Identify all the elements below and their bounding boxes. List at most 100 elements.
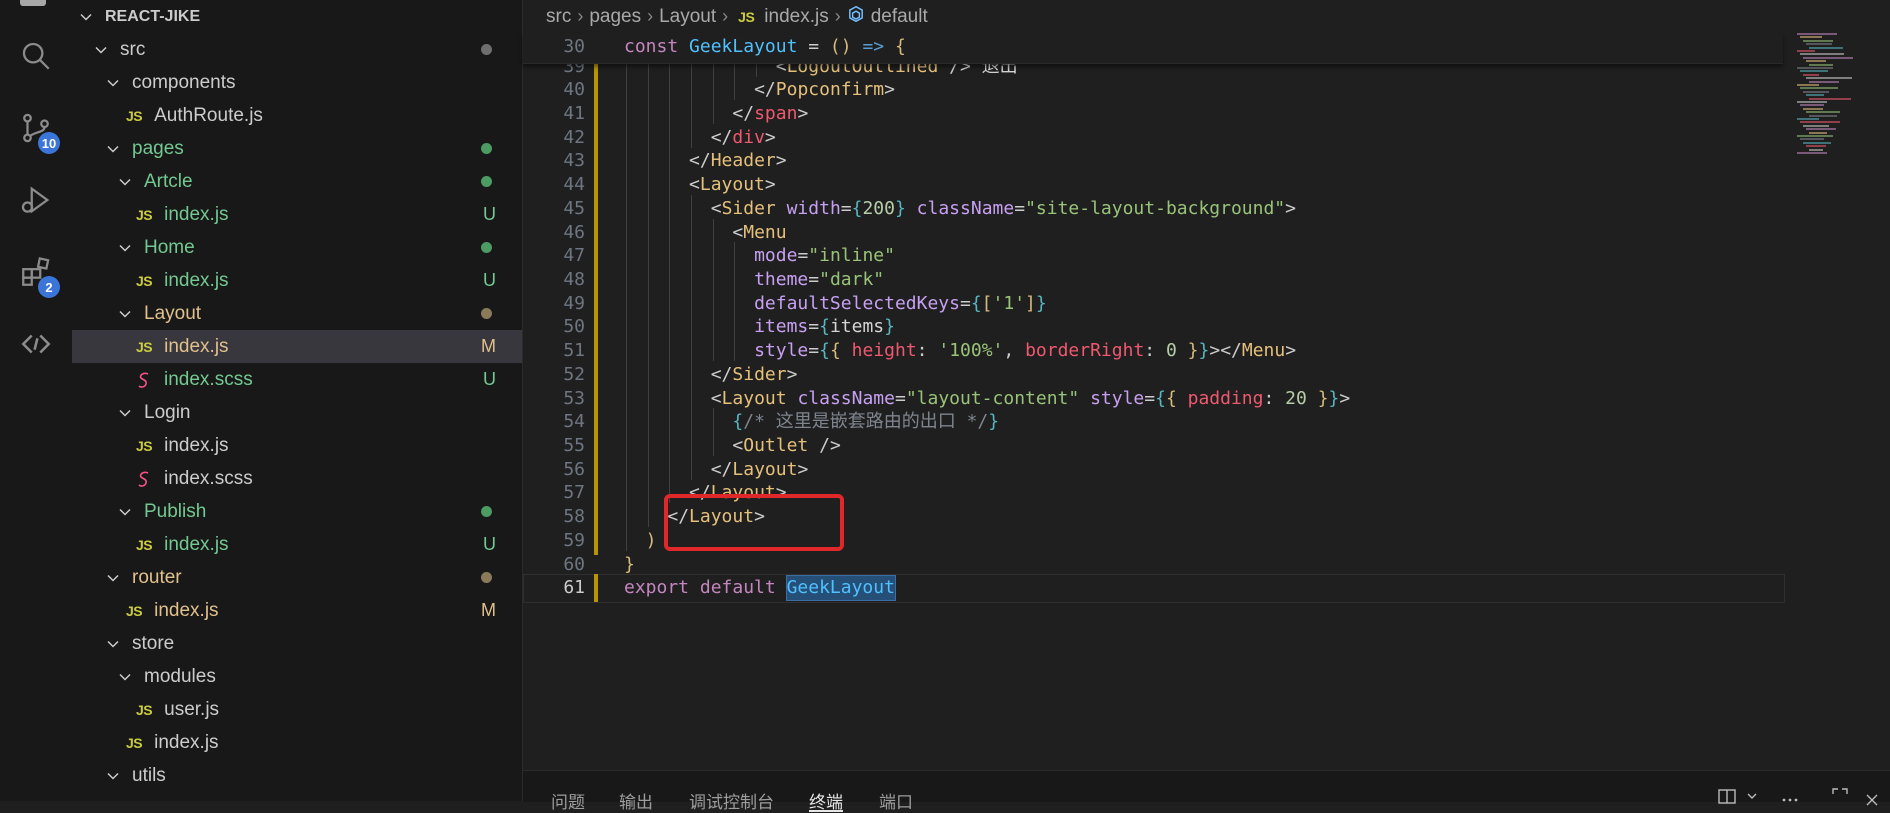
indent-guide bbox=[691, 432, 693, 457]
extensions-icon[interactable]: 2 bbox=[0, 242, 72, 302]
folder-item[interactable]: Login bbox=[72, 396, 522, 429]
run-debug-icon[interactable] bbox=[0, 170, 72, 230]
code-token: ) bbox=[645, 529, 657, 551]
code-token: "layout-content" bbox=[905, 387, 1080, 409]
explorer-icon[interactable] bbox=[20, 0, 46, 6]
code-token: = bbox=[840, 197, 852, 219]
file-item[interactable]: JS index.js bbox=[72, 429, 522, 462]
minimap-line bbox=[1800, 104, 1824, 107]
code-token: { bbox=[970, 292, 982, 314]
more-actions-icon[interactable] bbox=[1779, 785, 1801, 807]
tree-item-label: Publish bbox=[144, 500, 207, 522]
breadcrumb-layout[interactable]: Layout bbox=[659, 6, 716, 28]
tree-item-label: Home bbox=[144, 236, 195, 258]
indent-guide bbox=[691, 408, 693, 433]
chevron-down-icon bbox=[104, 140, 122, 158]
breadcrumb-file[interactable]: index.js bbox=[764, 6, 828, 28]
indent-guide bbox=[691, 455, 693, 480]
minimap-line bbox=[1806, 43, 1832, 46]
minimap-line bbox=[1797, 33, 1837, 35]
file-item[interactable]: JS index.js U bbox=[72, 528, 522, 561]
tree-item-label: components bbox=[132, 71, 236, 93]
remote-explorer-icon[interactable] bbox=[0, 314, 72, 374]
code-text: export default GeekLayout bbox=[624, 574, 895, 603]
indent-guide bbox=[669, 360, 671, 385]
indent-guide bbox=[734, 242, 736, 267]
sticky-code-line[interactable]: 30 const GeekLayout = () => { bbox=[523, 33, 1783, 62]
code-token: </ bbox=[732, 102, 755, 124]
folder-item[interactable]: components bbox=[72, 66, 522, 99]
file-item[interactable]: index.scss bbox=[72, 462, 522, 495]
code-token: = bbox=[1014, 197, 1026, 219]
split-layout-icon[interactable] bbox=[1716, 785, 1738, 807]
code-token: () bbox=[829, 36, 852, 57]
indent-guide bbox=[647, 503, 649, 528]
folder-item[interactable]: pages bbox=[72, 132, 522, 165]
folder-item[interactable]: utils bbox=[72, 759, 522, 792]
file-item[interactable]: JS AuthRoute.js bbox=[72, 99, 522, 132]
code-token: } bbox=[1187, 340, 1199, 362]
file-item[interactable]: JS index.js U bbox=[72, 264, 522, 297]
indent-guide bbox=[626, 194, 627, 219]
minimap-line bbox=[1803, 124, 1829, 127]
minimap-line bbox=[1806, 128, 1836, 131]
indent-guide bbox=[647, 432, 649, 457]
file-item[interactable]: JS index.js bbox=[72, 726, 522, 759]
indent-guide bbox=[647, 99, 649, 124]
maximize-panel-icon[interactable] bbox=[1829, 785, 1851, 807]
indent-guide bbox=[734, 76, 736, 101]
explorer-root-label: REACT-JIKE bbox=[105, 7, 201, 25]
code-token: mode bbox=[754, 245, 798, 267]
folder-item[interactable]: Layout bbox=[72, 297, 522, 330]
breadcrumb-symbol[interactable]: default bbox=[871, 6, 928, 28]
indent-guide bbox=[626, 503, 627, 528]
sticky-scroll-line[interactable]: 30 const GeekLayout = () => { bbox=[523, 33, 1783, 64]
code-token: > bbox=[764, 174, 776, 196]
js-file-icon: JS bbox=[126, 734, 143, 751]
file-item[interactable]: JS user.js bbox=[72, 693, 522, 726]
minimap-line bbox=[1800, 70, 1828, 73]
close-panel-icon[interactable] bbox=[1861, 785, 1883, 807]
code-token: '1' bbox=[992, 292, 1026, 314]
folder-item[interactable]: router bbox=[72, 561, 522, 594]
chevron-down-icon bbox=[104, 635, 122, 653]
folder-item[interactable]: Publish bbox=[72, 495, 522, 528]
folder-item[interactable]: store bbox=[72, 627, 522, 660]
git-status-badge: U bbox=[483, 369, 496, 389]
indent-guide bbox=[626, 147, 627, 172]
folder-item[interactable]: Home bbox=[72, 231, 522, 264]
indent-guide bbox=[647, 76, 649, 101]
minimap[interactable] bbox=[1789, 33, 1889, 163]
source-control-icon[interactable]: 10 bbox=[0, 98, 72, 158]
minimap-line bbox=[1800, 121, 1840, 124]
folder-item[interactable]: modules bbox=[72, 660, 522, 693]
indent-guide bbox=[647, 384, 649, 409]
breadcrumb-pages[interactable]: pages bbox=[589, 6, 641, 28]
file-item[interactable]: JS index.js M bbox=[72, 594, 522, 627]
indent-guide bbox=[626, 479, 627, 504]
file-item[interactable]: index.scss U bbox=[72, 363, 522, 396]
minimap-line bbox=[1809, 46, 1843, 49]
indent-guide bbox=[626, 289, 627, 314]
chevron-down-icon[interactable] bbox=[1741, 785, 1763, 807]
folder-item[interactable]: Artcle bbox=[72, 165, 522, 198]
code-token: theme bbox=[754, 268, 809, 290]
code-token: { bbox=[732, 411, 744, 433]
search-icon[interactable] bbox=[0, 26, 72, 86]
code-token: "inline" bbox=[808, 245, 895, 267]
file-item[interactable]: JS index.js U bbox=[72, 198, 522, 231]
file-item[interactable]: JS index.js M bbox=[72, 330, 522, 363]
code-token: } bbox=[1198, 340, 1210, 362]
explorer-root[interactable]: REACT-JIKE bbox=[72, 0, 522, 33]
code-token: /> bbox=[808, 435, 841, 457]
code-token: Header bbox=[710, 150, 776, 172]
indent-guide bbox=[691, 123, 693, 148]
folder-item[interactable]: src bbox=[72, 33, 522, 66]
tree-item-label: AuthRoute.js bbox=[154, 104, 263, 126]
code-line[interactable]: 61 export default GeekLayout bbox=[523, 574, 1783, 603]
code-token: > bbox=[1285, 340, 1297, 362]
breadcrumb-src[interactable]: src bbox=[546, 6, 571, 28]
